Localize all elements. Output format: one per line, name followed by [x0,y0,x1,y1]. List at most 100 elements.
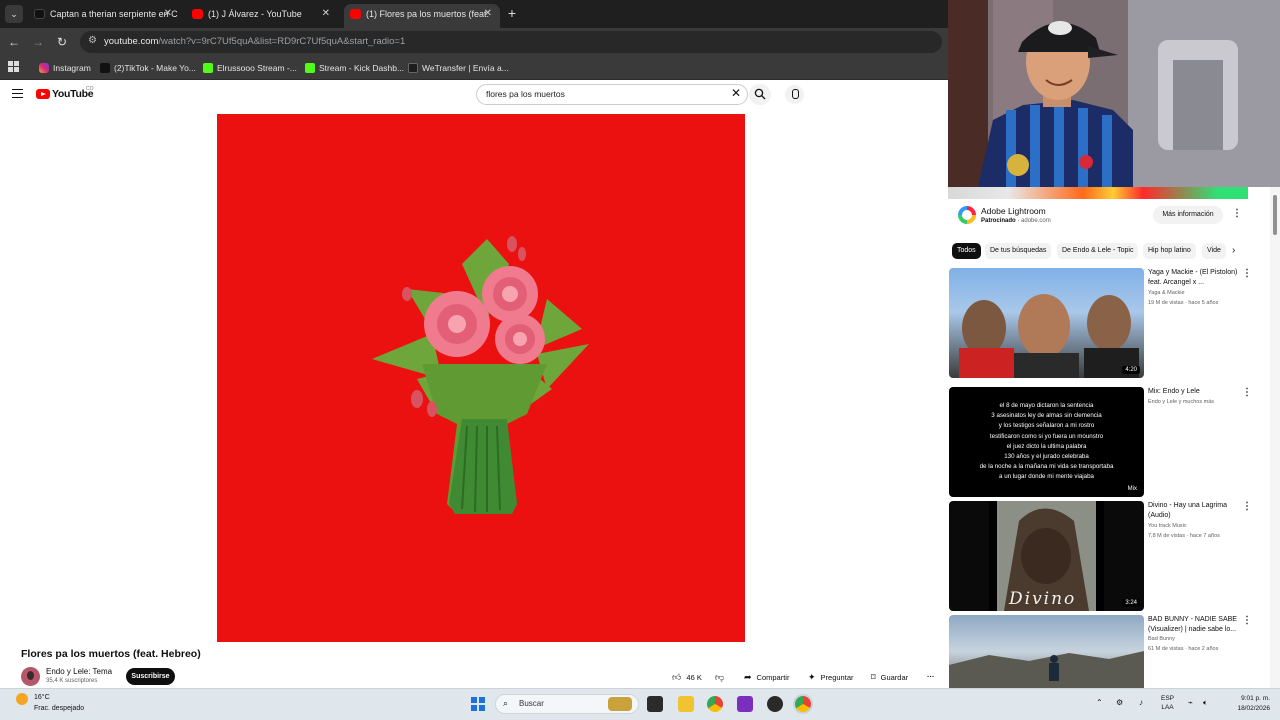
clear-search-icon[interactable]: ✕ [731,86,741,100]
dislike-icon: 👎︎ [715,672,725,682]
language-indicator[interactable]: ESP LAA [1161,694,1174,712]
ask-button[interactable]: ✦ Preguntar [808,670,853,684]
channel-name[interactable]: Endo y Lele: Tema [46,667,112,676]
ad-menu-icon[interactable]: ⋮ [1232,209,1242,219]
tab-close-icon[interactable]: ✕ [484,4,492,24]
bookmark-kick-dashboard[interactable]: Stream - Kick Dashb... [305,61,404,75]
network-app-icon[interactable]: ⚙ [1116,698,1123,707]
task-view-icon[interactable] [647,696,663,712]
bookmark-tiktok[interactable]: (2)TikTok - Make Yo... [100,61,196,75]
thumbnail-image [949,651,1144,688]
recommendation-menu-icon[interactable]: ⋮ [1242,502,1252,512]
bookmarks-bar: Instagram (2)TikTok - Make Yo... Elrusso… [0,56,948,80]
recommendation-channel[interactable]: Yaga & Mackie [1148,290,1240,296]
ad-more-info-button[interactable]: Más información [1153,206,1223,224]
chip-videos[interactable]: Vide [1202,243,1226,259]
ask-label: Preguntar [820,673,854,682]
video-player[interactable] [217,114,745,642]
system-clock[interactable]: 9:01 p. m. 18/02/2026 [1218,694,1270,714]
chip-todos[interactable]: Todos [952,243,981,259]
bookmark-label: (2)TikTok - Make Yo... [114,63,196,73]
kick-icon [203,63,213,73]
tray-chevron-up-icon[interactable]: ⌃ [1096,698,1103,707]
recommendation-channel[interactable]: You track Music [1148,523,1240,529]
webcam-overlay [948,0,1280,187]
ad-title[interactable]: Adobe Lightroom [981,206,1046,216]
chrome-icon[interactable] [707,696,723,712]
recommendation-title[interactable]: Mix: Endo y Lele [1148,387,1240,397]
recommendation-thumbnail[interactable] [949,615,1144,688]
clock-time: 9:01 p. m. [1241,695,1270,702]
ad-sponsored: Patrocinado · adobe.com [981,218,1051,224]
chevron-right-icon[interactable]: › [1232,245,1235,256]
browser-tab-3-active[interactable]: (1) Flores pa los muertos (feat. ✕ [344,4,500,28]
chrome-active-icon[interactable] [795,696,811,712]
recommendation-channel[interactable]: Bad Bunny [1148,636,1240,642]
recommendation-title[interactable]: Yaga y Mackie - (El Pistolon) feat. Arca… [1148,268,1240,288]
bookmark-instagram[interactable]: Instagram [39,61,91,75]
recommendation-menu-icon[interactable]: ⋮ [1242,616,1252,626]
page-scrollbar[interactable] [1270,187,1280,688]
sponsored-label: Patrocinado [981,218,1016,224]
apps-grid-icon[interactable] [8,61,19,72]
lightroom-logo-icon[interactable] [958,206,976,224]
obs-icon[interactable] [767,696,783,712]
recommendation-menu-icon[interactable]: ⋮ [1242,269,1252,279]
chip-endo-lele-topic[interactable]: De Endo & Lele - Topic [1057,243,1139,259]
bookmark-label: Instagram [53,63,91,73]
taskbar-search[interactable]: ⌕ Buscar [495,694,639,714]
recommendation-menu-icon[interactable]: ⋮ [1242,388,1252,398]
windows-icon[interactable] [471,697,485,711]
address-bar[interactable]: ⚙ youtube.com/watch?v=9rC7Uf5quA&list=RD… [80,31,942,53]
recommendation-thumbnail[interactable]: 4:20 [949,268,1144,378]
weather-icon[interactable] [16,693,28,705]
tab-search-button[interactable]: ⌄ [5,5,23,23]
subscribe-button[interactable]: Suscribirse [126,668,175,685]
ad-banner-strip [948,187,1248,199]
search-input[interactable]: flores pa los muertos ✕ [476,84,748,105]
forward-arrow-icon[interactable]: → [30,34,46,50]
chip-de-tus-busquedas[interactable]: De tus búsquedas [985,243,1052,259]
like-button[interactable]: 👍︎ 46 K [672,670,702,684]
search-icon: ⌕ [503,698,509,708]
youtube-logo-icon[interactable] [36,89,50,99]
wifi-icon[interactable]: ⌁ [1188,698,1193,707]
save-button[interactable]: ⌑ Guardar [871,670,908,684]
new-tab-button[interactable]: + [505,4,519,24]
hamburger-icon[interactable] [12,89,23,98]
search-button[interactable] [749,84,771,105]
lyric-line: el juez dicto la ultima palabra [1006,442,1087,450]
more-actions-button[interactable]: ··· [927,670,935,684]
reload-icon[interactable]: ↻ [54,34,70,50]
tab-close-icon[interactable]: ✕ [322,4,330,24]
recommendation-thumbnail[interactable]: el 8 de mayo dictaron la sentencia 3 ase… [949,387,1144,497]
lyric-line: 130 años y el jurado celebraba [1004,453,1089,461]
recommendation-title[interactable]: Divino - Hay una Lagrima (Audio) [1148,501,1240,521]
browser-tab-2[interactable]: (1) J Álvarez - YouTube ✕ [186,4,338,28]
site-info-icon[interactable]: ⚙ [88,35,97,46]
app-icon[interactable] [737,696,753,712]
back-arrow-icon[interactable]: ← [6,34,22,50]
file-explorer-icon[interactable] [678,696,694,712]
browser-tab-1[interactable]: Captan a therian serpiente en C ✕ [28,4,180,28]
volume-icon[interactable]: 🔈︎ [1203,698,1208,708]
share-icon: ➦ [744,672,752,682]
bookmark-wetransfer[interactable]: WeTransfer | Envía a... [408,61,509,75]
recommendation-channel[interactable]: Endo y Lele y muchos más [1148,399,1240,405]
scrollbar-thumb[interactable] [1273,195,1277,235]
weather-description[interactable]: Frac. despejado [34,705,84,712]
thumbnail-image [959,294,1139,378]
mic-tray-icon[interactable]: ♪ [1139,698,1143,707]
weather-temperature[interactable]: 16°C [34,694,50,701]
tab-close-icon[interactable]: ✕ [164,4,172,24]
channel-avatar[interactable] [21,667,40,686]
chip-hip-hop-latino[interactable]: Hip hop latino [1143,243,1196,259]
tiktok-icon [100,63,110,73]
recommendation-thumbnail[interactable]: Divino 3:24 [949,501,1144,611]
mic-icon[interactable] [785,85,804,104]
bookmark-kick-stream[interactable]: Elrussooo Stream -... [203,61,297,75]
share-button[interactable]: ➦ Compartir [744,670,789,684]
dislike-button[interactable]: 👎︎ [715,670,729,684]
recommendation-title[interactable]: BAD BUNNY - NADIE SABE (Visualizer) | na… [1148,615,1240,635]
tab-title: (1) Flores pa los muertos (feat. [366,9,490,19]
